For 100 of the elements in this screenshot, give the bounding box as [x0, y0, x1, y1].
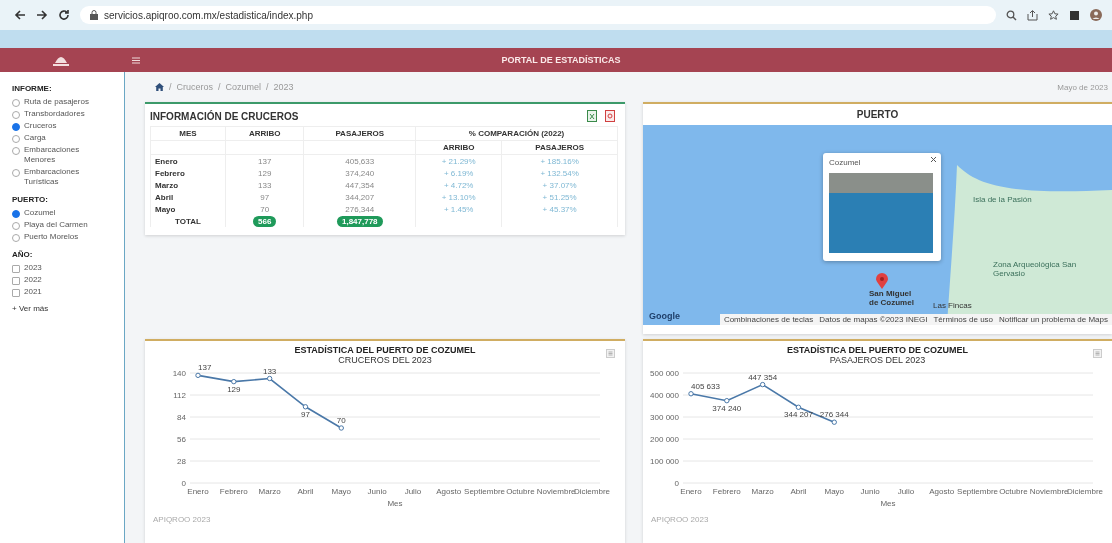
x-tick-label: Septiembre [464, 487, 505, 496]
y-tick-label: 400 000 [649, 390, 679, 400]
total-badge: 566 [253, 215, 277, 227]
y-tick-label: 300 000 [649, 412, 679, 422]
x-tick-label: Octubre [998, 487, 1028, 496]
y-tick-label: 500 000 [649, 368, 679, 378]
percent-cell: + 51.25% [501, 191, 618, 203]
map-brand-text: Google [649, 311, 680, 321]
card-title: PUERTO [855, 108, 900, 122]
chart-subtitle: PASAJEROS DEL 2023 [829, 355, 926, 365]
table-cell: 344,207 [303, 191, 416, 203]
x-axis-title: Mes [879, 499, 896, 508]
x-axis-title: Mes [387, 499, 403, 508]
map-place-label: Las Fincas [933, 301, 972, 310]
data-label: 97 [301, 409, 310, 419]
percent-cell: + 185.16% [501, 154, 618, 167]
card-title: INFORMACIÓN DE CRUCEROS [150, 110, 299, 122]
percent-cell: + 4.72% [415, 179, 502, 191]
column-header: PASAJEROS [303, 126, 416, 141]
x-tick-label: Enero [187, 487, 209, 496]
data-label: 133 [262, 366, 277, 376]
month-cell: Enero [150, 154, 226, 167]
y-tick-label: 0 [674, 478, 679, 488]
y-tick-label: 200 000 [649, 434, 679, 444]
x-tick-label: Diciembre [574, 487, 610, 496]
data-label: 137 [198, 365, 212, 373]
data-label: 129 [227, 384, 241, 394]
x-tick-label: Enero [679, 487, 702, 496]
total-label: TOTAL [150, 215, 226, 227]
data-label: 70 [336, 416, 346, 425]
column-header: PASAJEROS [501, 140, 618, 155]
y-tick-label: 28 [177, 456, 186, 466]
x-tick-label: Febrero [219, 487, 248, 496]
x-tick-label: Octubre [506, 487, 535, 496]
date-text: Mayo de 2023 [1057, 82, 1109, 92]
map-place-label: Isla de la Pasión [973, 195, 1033, 204]
chart-credit: APIQROO 2023 [152, 515, 211, 524]
map-place-label: Zona Arqueológica San Gervasio [993, 260, 1078, 278]
y-tick-label: 84 [177, 412, 186, 422]
y-tick-label: 112 [173, 390, 186, 400]
percent-cell: + 45.37% [501, 203, 618, 215]
column-header: ARRIBO [225, 126, 304, 141]
table-cell: 447,354 [303, 179, 416, 191]
section-title: PUERTO: [12, 195, 48, 204]
table-cell: 129 [225, 167, 304, 179]
percent-cell: + 1.45% [415, 203, 502, 215]
x-tick-label: Junio [860, 487, 880, 496]
y-tick-label: 100 000 [649, 456, 679, 466]
x-tick-label: Agosto [928, 487, 954, 496]
section-title: AÑO: [12, 250, 33, 259]
x-tick-label: Abril [789, 487, 806, 496]
table-cell: 97 [225, 191, 304, 203]
percent-cell: + 37.07% [501, 179, 618, 191]
data-label: 374 240 [711, 403, 741, 413]
x-tick-label: Febrero [712, 487, 741, 496]
data-label: 344 207 [783, 410, 813, 420]
x-tick-label: Agosto [436, 487, 462, 496]
x-tick-label: Septiembre [956, 487, 998, 496]
y-tick-label: 140 [172, 368, 186, 378]
data-label: 276 344 [819, 410, 849, 420]
month-cell: Mayo [150, 203, 226, 215]
percent-cell: + 6.19% [415, 167, 502, 179]
percent-cell: + 13.10% [415, 191, 502, 203]
breadcrumb-separator: / [169, 82, 172, 92]
column-header: % COMPARACIÓN (2022) [415, 126, 618, 141]
chart-subtitle: CRUCEROS DEL 2023 [338, 355, 432, 365]
section-title: INFORME: [12, 84, 52, 93]
popup-title: Cozumel [829, 158, 861, 167]
x-tick-label: Junio [367, 487, 387, 496]
x-tick-label: Marzo [751, 487, 774, 496]
x-tick-label: Julio [897, 487, 914, 496]
x-tick-label: Mayo [824, 487, 844, 496]
breadcrumb-separator: / [218, 82, 221, 92]
percent-cell: + 21.29% [415, 154, 502, 167]
x-tick-label: Diciembre [1066, 487, 1103, 496]
month-cell: Abril [150, 191, 226, 203]
table-cell: 137 [225, 154, 304, 167]
portal-title: PORTAL DE ESTADÍSTICAS [500, 55, 622, 65]
column-header: MES [150, 126, 226, 141]
table-cell: 276,344 [303, 203, 416, 215]
x-tick-label: Mayo [331, 487, 352, 496]
x-tick-label: Julio [404, 487, 422, 496]
table-cell: 405,633 [303, 154, 416, 167]
breadcrumb-separator: / [266, 82, 269, 92]
url-text: servicios.apiqroo.com.mx/estadistica/index.php [104, 9, 313, 21]
table-cell: 133 [225, 179, 304, 191]
chart-credit: APIQROO 2023 [650, 515, 709, 524]
month-cell: Marzo [150, 179, 226, 191]
chart-title: ESTADÍSTICA DEL PUERTO DE COZUMEL [786, 345, 969, 355]
y-tick-label: 0 [181, 478, 186, 488]
table-cell: 374,240 [303, 167, 416, 179]
data-label: 405 633 [690, 381, 720, 391]
table-cell: 70 [225, 203, 304, 215]
x-tick-label: Abril [297, 487, 314, 496]
month-cell: Febrero [150, 167, 226, 179]
y-tick-label: 56 [177, 434, 186, 444]
percent-cell: + 132.54% [501, 167, 618, 179]
chart-title: ESTADÍSTICA DEL PUERTO DE COZUMEL [294, 345, 476, 355]
total-badge: 1,847,778 [336, 215, 383, 227]
map-place-label: San Miguel de Cozumel [869, 289, 915, 307]
